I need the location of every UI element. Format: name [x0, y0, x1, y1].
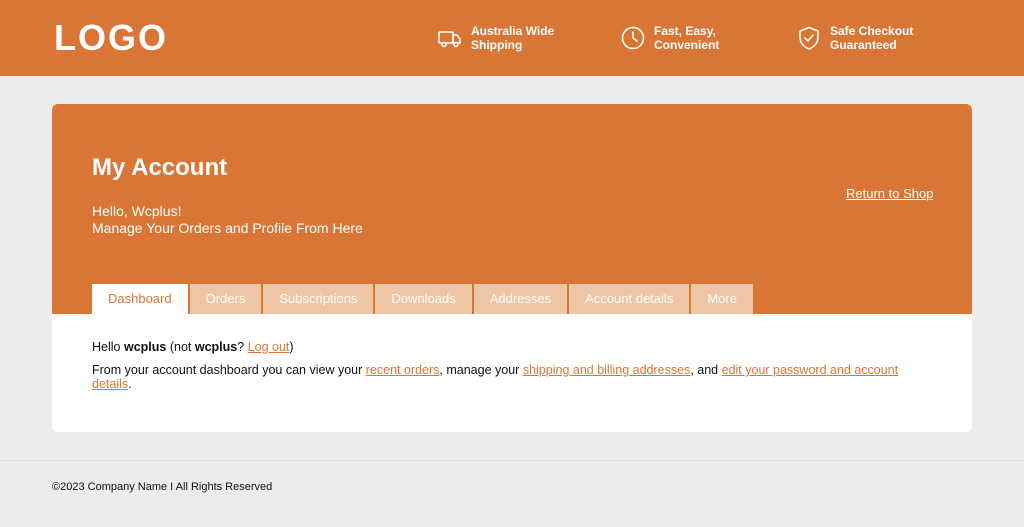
footer-divider	[0, 460, 1024, 461]
tab-more[interactable]: More	[691, 284, 753, 314]
feature-fast: Fast, Easy, Convenient	[620, 24, 774, 52]
intro-mid2: , and	[690, 363, 719, 377]
tab-dashboard[interactable]: Dashboard	[92, 284, 188, 314]
logout-link[interactable]: Log out	[248, 340, 290, 354]
logo[interactable]: LOGO	[54, 18, 168, 58]
dashboard-content: Hello wcplus (not wcplus? Log out) From …	[92, 340, 932, 400]
not-text: (not	[169, 340, 192, 354]
not-username: wcplus	[194, 340, 238, 354]
close-paren: )	[289, 340, 294, 354]
account-tabs: Dashboard Orders Subscriptions Downloads…	[92, 284, 755, 314]
account-header: My Account Hello, Wcplus! Manage Your Or…	[52, 104, 972, 314]
tab-orders[interactable]: Orders	[189, 284, 262, 314]
intro-mid1: , manage your	[439, 363, 520, 377]
feature-shipping-text: Australia Wide Shipping	[471, 24, 555, 52]
intro-end: .	[128, 377, 132, 391]
tab-addresses[interactable]: Addresses	[473, 284, 568, 314]
footer-copyright: ©2023 Company Name I All Rights Reserved	[52, 481, 273, 493]
username: wcplus	[123, 340, 167, 354]
hello-line: Hello wcplus (not wcplus? Log out)	[92, 340, 932, 354]
intro-text: From your account dashboard you can view…	[92, 363, 363, 377]
account-subtitle: Manage Your Orders and Profile From Here	[92, 220, 363, 236]
addresses-link[interactable]: shipping and billing addresses	[523, 363, 690, 377]
tab-account-details[interactable]: Account details	[569, 284, 690, 314]
hello-text: Hello	[92, 340, 121, 354]
account-card: My Account Hello, Wcplus! Manage Your Or…	[52, 104, 972, 432]
feature-shipping: Australia Wide Shipping	[437, 24, 591, 52]
feature-fast-text: Fast, Easy, Convenient	[654, 24, 720, 52]
clock-icon	[621, 26, 645, 50]
truck-icon	[438, 31, 461, 48]
tab-downloads[interactable]: Downloads	[375, 284, 472, 314]
shield-check-icon	[799, 26, 819, 50]
feature-secure: Safe Checkout Guaranteed	[796, 24, 950, 52]
question-mark: ?	[237, 340, 245, 354]
greeting: Hello, Wcplus!	[92, 203, 182, 219]
intro-line: From your account dashboard you can view…	[92, 363, 932, 391]
feature-secure-text: Safe Checkout Guaranteed	[830, 24, 914, 52]
recent-orders-link[interactable]: recent orders	[366, 363, 440, 377]
return-to-shop-link[interactable]: Return to Shop	[846, 186, 933, 202]
site-header: LOGO Australia Wide Shipping Fast, Easy,…	[0, 0, 1024, 76]
tab-subscriptions[interactable]: Subscriptions	[263, 284, 374, 314]
page-title: My Account	[92, 154, 228, 181]
